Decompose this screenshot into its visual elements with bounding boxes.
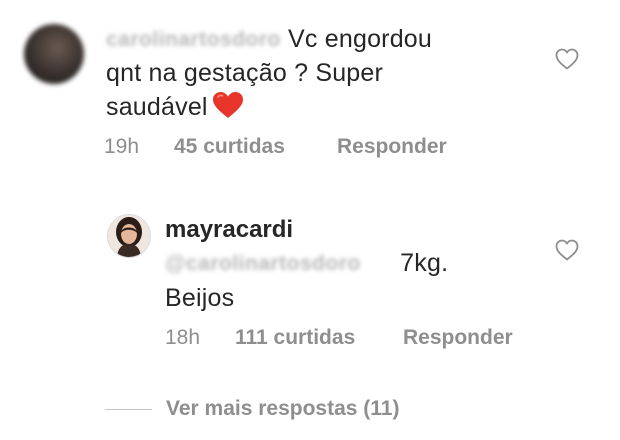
commenter-username[interactable]: carolinartosdoro	[106, 25, 281, 55]
replies-divider	[105, 409, 152, 410]
reply-likes[interactable]: 111 curtidas	[235, 326, 355, 350]
reply-text-line2: Beijos	[165, 284, 235, 312]
comment-text-line1: carolinartosdoro Vc engordou	[106, 24, 432, 55]
like-heart-icon[interactable]	[555, 48, 579, 70]
reply-mention[interactable]: @carolinartosdoro	[165, 249, 393, 279]
red-heart-emoji-icon	[212, 92, 243, 118]
commenter-avatar[interactable]	[24, 24, 84, 84]
reply-username[interactable]: mayracardi	[165, 216, 293, 244]
comment-timestamp: 19h	[104, 135, 140, 158]
reply-text-line1: @carolinartosdoro 7kg.	[165, 248, 448, 279]
reply-text: 7kg.	[400, 249, 449, 277]
view-more-replies-button[interactable]: Ver mais respostas (11)	[166, 397, 399, 421]
reply-like-heart-icon[interactable]	[555, 239, 579, 261]
comment-text: saudável	[106, 93, 208, 121]
comment-likes[interactable]: 45 curtidas	[174, 135, 285, 159]
mayracardi-avatar[interactable]	[107, 214, 151, 258]
reply-reply-button[interactable]: Responder	[403, 326, 513, 350]
reply-timestamp: 18h	[165, 326, 201, 349]
comment-reply-button[interactable]: Responder	[337, 135, 447, 159]
comment-text-line3: saudável	[106, 91, 244, 122]
comment-text-line2: qnt na gestação ? Super	[106, 59, 384, 87]
comment-text: Vc engordou	[288, 25, 433, 53]
